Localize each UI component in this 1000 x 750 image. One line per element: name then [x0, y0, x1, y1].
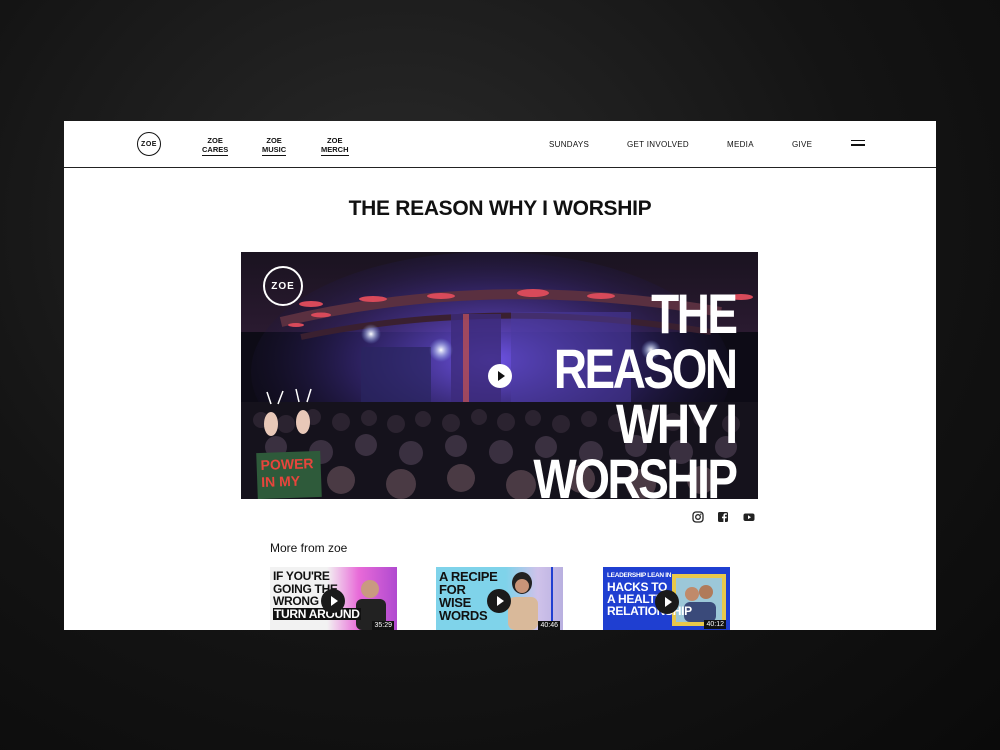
nav-get-involved[interactable]: GET INVOLVED — [627, 140, 689, 149]
instagram-icon[interactable] — [692, 511, 704, 523]
zoe-cares-link[interactable]: ZOE CARES — [202, 136, 229, 156]
zoe-cares-bottom: CARES — [202, 145, 229, 156]
play-icon[interactable] — [488, 364, 512, 388]
sign-text-line: POWER — [260, 455, 314, 473]
zoe-merch-link[interactable]: ZOE MERCH — [321, 136, 349, 156]
play-icon[interactable] — [321, 589, 345, 613]
zoe-merch-top: ZOE — [327, 136, 343, 145]
hero-headline: THE REASON WHY I WORSHIP — [533, 282, 739, 500]
browser-page: ZOE ZOE CARES ZOE MUSIC ZOE MERCH SUNDAY… — [64, 121, 936, 630]
caption-line: IF YOU'RE — [273, 569, 330, 583]
zoe-music-bottom: MUSIC — [262, 145, 287, 156]
site-header: ZOE ZOE CARES ZOE MUSIC ZOE MERCH SUNDAY… — [64, 121, 936, 168]
play-icon[interactable] — [487, 589, 511, 613]
hero-zoe-logo: ZOE — [263, 266, 303, 306]
nav-sundays[interactable]: SUNDAYS — [549, 140, 589, 149]
thumbnail-caption: LEADERSHIP LEAN IN HACKS TO A HEALTHY RE… — [607, 571, 692, 617]
zoe-logo[interactable]: ZOE — [137, 132, 161, 156]
zoe-music-top: ZOE — [266, 136, 282, 145]
sign-text-line: IN MY — [260, 472, 301, 490]
video-duration: 40:46 — [538, 621, 560, 630]
video-thumbnail-2[interactable]: A RECIPE FOR WISE WORDS 40:46 — [436, 567, 563, 630]
hero-headline-line: WHY I — [616, 392, 738, 455]
hero-headline-line: REASON — [554, 337, 738, 400]
video-thumbnail-3[interactable]: LEADERSHIP LEAN IN HACKS TO A HEALTHY RE… — [603, 567, 730, 630]
hero-headline-line: THE — [651, 282, 739, 345]
hero-headline-line: WORSHIP — [533, 447, 739, 500]
hero-video[interactable]: ZOE THE REASON WHY I WORSHIP POWER IN MY — [241, 252, 758, 499]
video-thumbnail-1[interactable]: IF YOU'RE GOING THE WRONG W TURN AROUND … — [270, 567, 397, 630]
more-from-title: More from zoe — [270, 541, 348, 555]
video-duration: 35:29 — [372, 621, 394, 630]
caption-line: WRONG W — [273, 594, 333, 608]
nav-give[interactable]: GIVE — [792, 140, 812, 149]
facebook-icon[interactable] — [717, 511, 729, 523]
caption-line: WORDS — [439, 608, 488, 623]
thumbnail-caption: IF YOU'RE GOING THE WRONG W TURN AROUND — [273, 570, 361, 620]
crowd-sign: POWER IN MY — [256, 450, 322, 499]
zoe-cares-top: ZOE — [207, 136, 223, 145]
zoe-music-link[interactable]: ZOE MUSIC — [262, 136, 287, 156]
zoe-merch-bottom: MERCH — [321, 145, 349, 156]
nav-media[interactable]: MEDIA — [727, 140, 754, 149]
page-title: THE REASON WHY I WORSHIP — [348, 197, 652, 220]
play-icon[interactable] — [655, 590, 679, 614]
hamburger-menu-icon[interactable] — [851, 140, 865, 147]
caption-line: RELATIONSHIP — [607, 604, 692, 618]
youtube-icon[interactable] — [743, 511, 755, 523]
caption-line: TURN AROUND — [273, 606, 361, 621]
video-duration: 40:12 — [704, 620, 726, 629]
